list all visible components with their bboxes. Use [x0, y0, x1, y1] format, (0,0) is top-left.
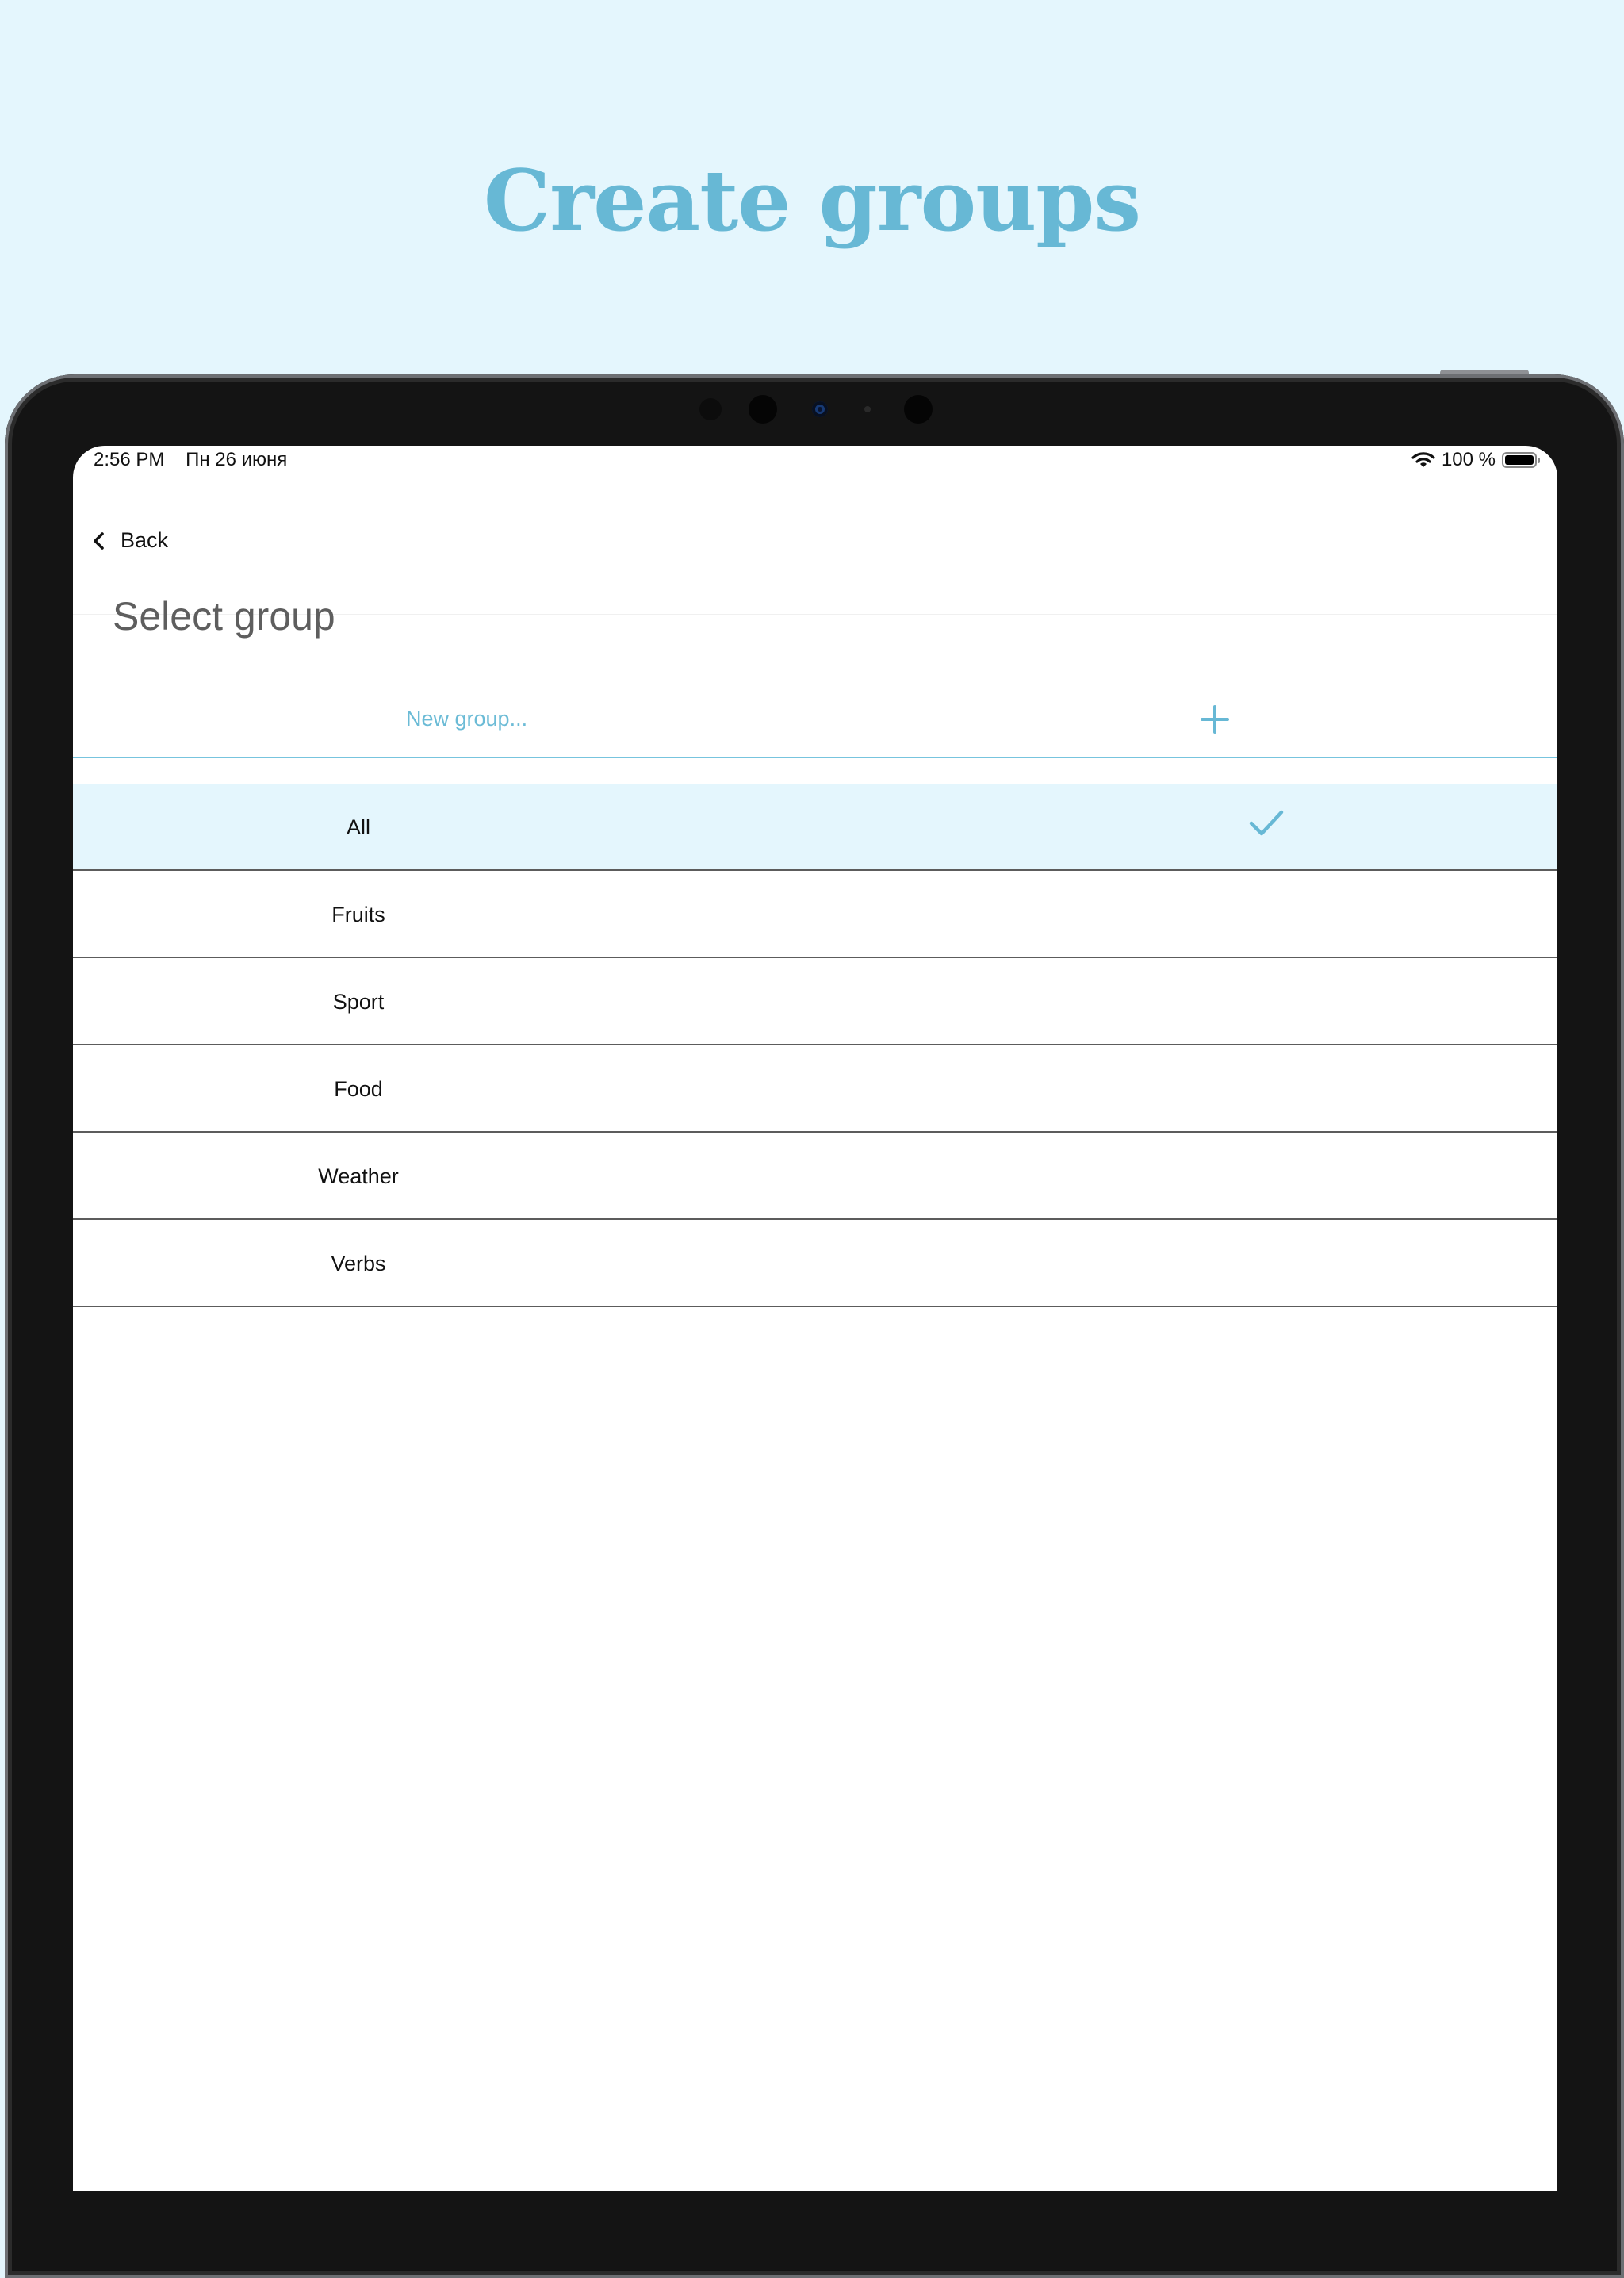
group-label: All [346, 815, 370, 839]
sensor-dot [904, 395, 933, 424]
status-time: 2:56 PM [94, 449, 165, 470]
group-label: Sport [332, 990, 385, 1014]
front-camera [812, 401, 828, 417]
group-row-verbs[interactable]: Verbs [73, 1220, 1557, 1307]
group-row-fruits[interactable]: Fruits [73, 871, 1557, 958]
page-title: Select group [113, 594, 335, 639]
group-label: Fruits [331, 903, 385, 926]
wifi-icon [1411, 452, 1435, 467]
status-date: Пн 26 июня [186, 449, 288, 470]
add-group-plus-icon[interactable] [1193, 697, 1237, 742]
group-list: All Fruits Sport Food Weather Verbs [73, 784, 1557, 1307]
status-bar: 2:56 PM Пн 26 июня 100 % [73, 446, 1557, 484]
new-group-input[interactable] [404, 706, 963, 732]
app-screen: 2:56 PM Пн 26 июня 100 % Back Select gro… [73, 446, 1557, 2191]
sensor-dot [699, 398, 722, 420]
headline: Create groups [483, 151, 1141, 250]
back-label: Back [121, 528, 169, 552]
group-label: Verbs [331, 1252, 386, 1275]
group-label: Food [334, 1077, 383, 1101]
battery-icon [1502, 452, 1540, 468]
sensor-dot [749, 395, 777, 424]
group-label: Weather [318, 1164, 399, 1188]
new-group-row [73, 684, 1557, 758]
chevron-left-icon [94, 531, 104, 550]
group-row-all[interactable]: All [73, 784, 1557, 871]
sensor-dot [864, 406, 871, 412]
back-button[interactable]: Back [92, 528, 168, 553]
checkmark-icon [1249, 810, 1284, 836]
battery-percent: 100 % [1441, 449, 1496, 470]
group-row-food[interactable]: Food [73, 1045, 1557, 1133]
group-row-weather[interactable]: Weather [73, 1133, 1557, 1220]
group-row-sport[interactable]: Sport [73, 958, 1557, 1045]
